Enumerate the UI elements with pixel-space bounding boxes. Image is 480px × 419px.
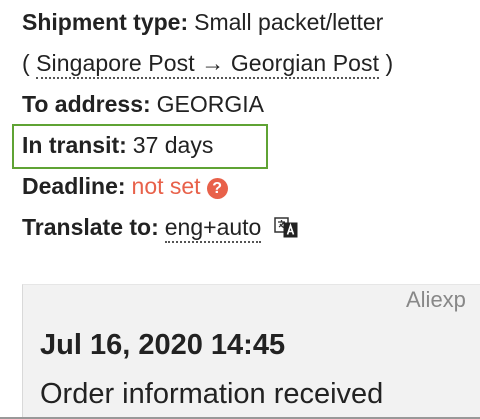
- shipment-type-row: Shipment type: Small packet/letter: [22, 4, 383, 40]
- tracking-page: Shipment type: Small packet/letter ( Sing…: [0, 0, 480, 419]
- deadline-value[interactable]: not set: [132, 173, 201, 199]
- event-date: Jul 16, 2020 14:45: [40, 329, 286, 361]
- transit-highlight-box: [12, 124, 268, 169]
- route-row: ( Singapore Post → Georgian Post ): [22, 45, 393, 81]
- translate-label: Translate to:: [22, 214, 159, 240]
- carrier-name: Aliexp: [406, 287, 466, 312]
- translate-icon[interactable]: [273, 213, 298, 249]
- tracking-event-card: Aliexp Jul 16, 2020 14:45 Order informat…: [22, 284, 480, 419]
- shipment-type-label: Shipment type:: [22, 9, 189, 35]
- event-description: Order information received: [40, 378, 384, 410]
- deadline-label: Deadline:: [22, 173, 126, 199]
- address-value: GEORGIA: [156, 91, 265, 117]
- deadline-row: Deadline: not set?: [22, 168, 228, 204]
- translate-language-select[interactable]: eng+auto: [164, 214, 262, 243]
- translate-row: Translate to: eng+auto: [22, 209, 298, 245]
- address-row: To address: GEORGIA: [22, 86, 264, 122]
- help-icon[interactable]: ?: [206, 178, 228, 199]
- route-open-paren: (: [22, 50, 30, 76]
- address-label: To address:: [22, 91, 151, 117]
- route-close-paren: ): [385, 50, 394, 76]
- shipment-type-value: Small packet/letter: [194, 9, 384, 35]
- route-link[interactable]: Singapore Post → Georgian Post: [36, 50, 380, 79]
